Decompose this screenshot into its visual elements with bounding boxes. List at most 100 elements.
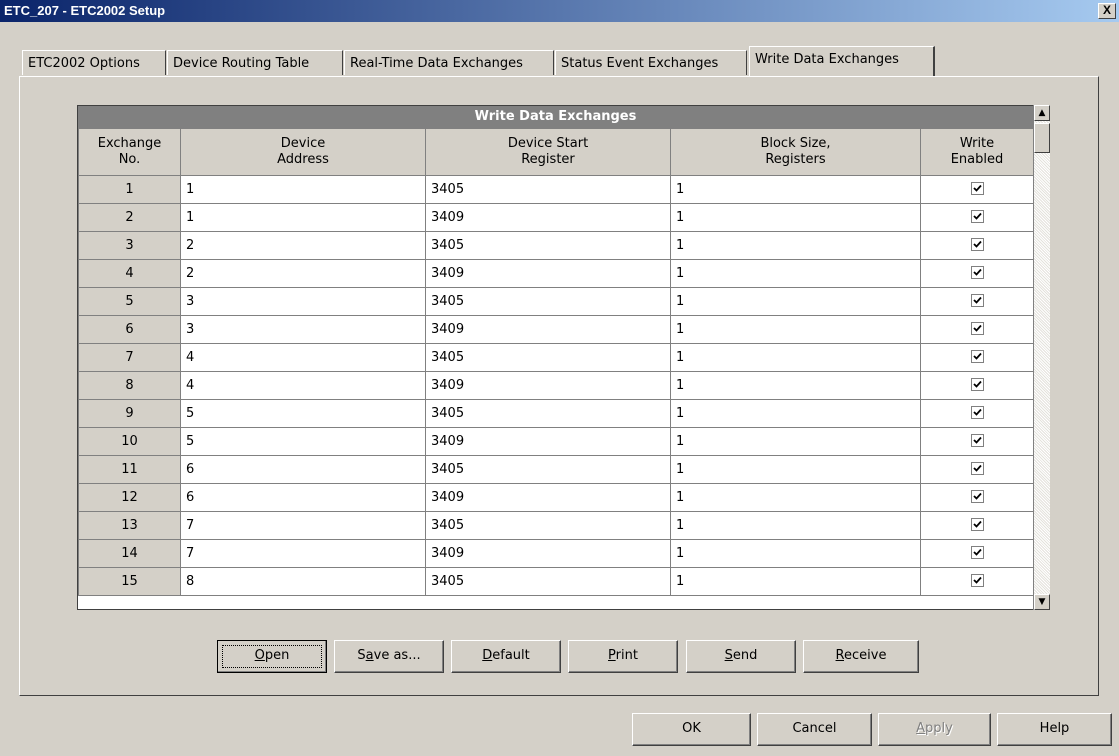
device-address-cell[interactable]: 4 <box>180 371 426 400</box>
write-enabled-checkbox[interactable] <box>970 434 984 447</box>
write-enabled-checkbox[interactable] <box>970 210 984 223</box>
device-start-register-cell[interactable]: 3405 <box>425 567 671 596</box>
block-size-cell[interactable]: 1 <box>670 539 921 568</box>
device-start-register-cell[interactable]: 3405 <box>425 399 671 428</box>
device-start-register-cell[interactable]: 3409 <box>425 315 671 344</box>
label-rest: ve as... <box>373 648 421 663</box>
scroll-thumb[interactable] <box>1034 123 1050 153</box>
device-start-register-cell[interactable]: 3409 <box>425 483 671 512</box>
device-address-cell[interactable]: 7 <box>180 539 426 568</box>
block-size-cell[interactable]: 1 <box>670 343 921 372</box>
block-size-cell[interactable]: 1 <box>670 175 921 204</box>
block-size-cell[interactable]: 1 <box>670 455 921 484</box>
device-address-cell[interactable]: 2 <box>180 259 426 288</box>
exchange-no-cell: 10 <box>78 427 181 456</box>
device-start-register-cell[interactable]: 3409 <box>425 203 671 232</box>
device-address-cell[interactable]: 6 <box>180 483 426 512</box>
help-button[interactable]: Help <box>997 713 1112 746</box>
write-enabled-checkbox[interactable] <box>970 378 984 391</box>
ok-button[interactable]: OK <box>632 713 751 746</box>
tab-etc2002-options[interactable]: ETC2002 Options <box>22 50 166 75</box>
device-address-cell[interactable]: 8 <box>180 567 426 596</box>
open-button[interactable]: Open <box>217 640 327 673</box>
block-size-cell[interactable]: 1 <box>670 287 921 316</box>
cancel-button[interactable]: Cancel <box>757 713 872 746</box>
write-enabled-checkbox[interactable] <box>970 406 984 419</box>
block-size-cell[interactable]: 1 <box>670 315 921 344</box>
tab-real-time-data-exchanges[interactable]: Real-Time Data Exchanges <box>344 50 554 75</box>
write-enabled-checkbox[interactable] <box>970 490 984 503</box>
exchange-no-cell: 7 <box>78 343 181 372</box>
device-start-register-cell[interactable]: 3409 <box>425 259 671 288</box>
write-enabled-checkbox[interactable] <box>970 238 984 251</box>
block-size-cell[interactable]: 1 <box>670 231 921 260</box>
device-address-cell[interactable]: 2 <box>180 231 426 260</box>
vertical-scrollbar[interactable]: ▲ ▼ <box>1033 105 1050 610</box>
close-button[interactable]: X <box>1098 3 1116 19</box>
block-size-cell[interactable]: 1 <box>670 427 921 456</box>
write-enabled-checkbox[interactable] <box>970 350 984 363</box>
device-start-register-cell[interactable]: 3409 <box>425 371 671 400</box>
device-start-register-cell[interactable]: 3409 <box>425 539 671 568</box>
receive-button-label: Receive <box>836 648 887 663</box>
header-device-address: Device Address <box>180 128 426 176</box>
label-rest: rint <box>615 648 638 663</box>
block-size-cell[interactable]: 1 <box>670 259 921 288</box>
default-button[interactable]: Default <box>451 640 561 673</box>
write-enabled-checkbox[interactable] <box>970 322 984 335</box>
tab-label: Status Event Exchanges <box>561 56 719 71</box>
default-button-label: Default <box>482 648 530 663</box>
device-address-cell[interactable]: 5 <box>180 399 426 428</box>
save-as-button[interactable]: Save as... <box>334 640 444 673</box>
block-size-cell[interactable]: 1 <box>670 567 921 596</box>
device-address-cell[interactable]: 1 <box>180 203 426 232</box>
block-size-cell[interactable]: 1 <box>670 371 921 400</box>
block-size-cell[interactable]: 1 <box>670 483 921 512</box>
device-start-register-cell[interactable]: 3405 <box>425 231 671 260</box>
write-enabled-cell <box>920 287 1034 316</box>
exchange-no-cell: 5 <box>78 287 181 316</box>
block-size-cell[interactable]: 1 <box>670 511 921 540</box>
device-address-cell[interactable]: 6 <box>180 455 426 484</box>
device-start-register-cell[interactable]: 3409 <box>425 427 671 456</box>
write-enabled-checkbox[interactable] <box>970 546 984 559</box>
device-start-register-cell[interactable]: 3405 <box>425 455 671 484</box>
scroll-down-button[interactable]: ▼ <box>1034 594 1050 610</box>
device-start-register-cell[interactable]: 3405 <box>425 511 671 540</box>
tab-label: Write Data Exchanges <box>755 52 899 67</box>
write-enabled-cell <box>920 259 1034 288</box>
scroll-up-button[interactable]: ▲ <box>1034 105 1050 121</box>
block-size-cell[interactable]: 1 <box>670 399 921 428</box>
exchange-no-cell: 6 <box>78 315 181 344</box>
write-enabled-checkbox[interactable] <box>970 182 984 195</box>
apply-button[interactable]: Apply <box>878 713 991 746</box>
checkmark-icon <box>972 548 982 556</box>
device-start-register-cell[interactable]: 3405 <box>425 287 671 316</box>
write-enabled-checkbox[interactable] <box>970 294 984 307</box>
tab-device-routing-table[interactable]: Device Routing Table <box>167 50 343 75</box>
tab-status-event-exchanges[interactable]: Status Event Exchanges <box>555 50 747 75</box>
write-enabled-checkbox[interactable] <box>970 266 984 279</box>
tab-write-data-exchanges[interactable]: Write Data Exchanges <box>749 46 935 76</box>
send-button[interactable]: Send <box>686 640 796 673</box>
checkmark-icon <box>972 520 982 528</box>
write-enabled-checkbox[interactable] <box>970 574 984 587</box>
receive-button[interactable]: Receive <box>803 640 919 673</box>
write-enabled-cell <box>920 567 1034 596</box>
device-address-cell[interactable]: 7 <box>180 511 426 540</box>
device-address-cell[interactable]: 4 <box>180 343 426 372</box>
print-button[interactable]: Print <box>568 640 678 673</box>
device-address-cell[interactable]: 3 <box>180 287 426 316</box>
header-line: Address <box>277 152 329 167</box>
write-data-exchanges-grid: Write Data Exchanges Exchange No. Device A… <box>77 105 1035 610</box>
device-address-cell[interactable]: 1 <box>180 175 426 204</box>
label-rest: efault <box>492 648 530 663</box>
checkmark-icon <box>972 212 982 220</box>
block-size-cell[interactable]: 1 <box>670 203 921 232</box>
device-start-register-cell[interactable]: 3405 <box>425 343 671 372</box>
device-start-register-cell[interactable]: 3405 <box>425 175 671 204</box>
device-address-cell[interactable]: 5 <box>180 427 426 456</box>
device-address-cell[interactable]: 3 <box>180 315 426 344</box>
write-enabled-checkbox[interactable] <box>970 518 984 531</box>
write-enabled-checkbox[interactable] <box>970 462 984 475</box>
